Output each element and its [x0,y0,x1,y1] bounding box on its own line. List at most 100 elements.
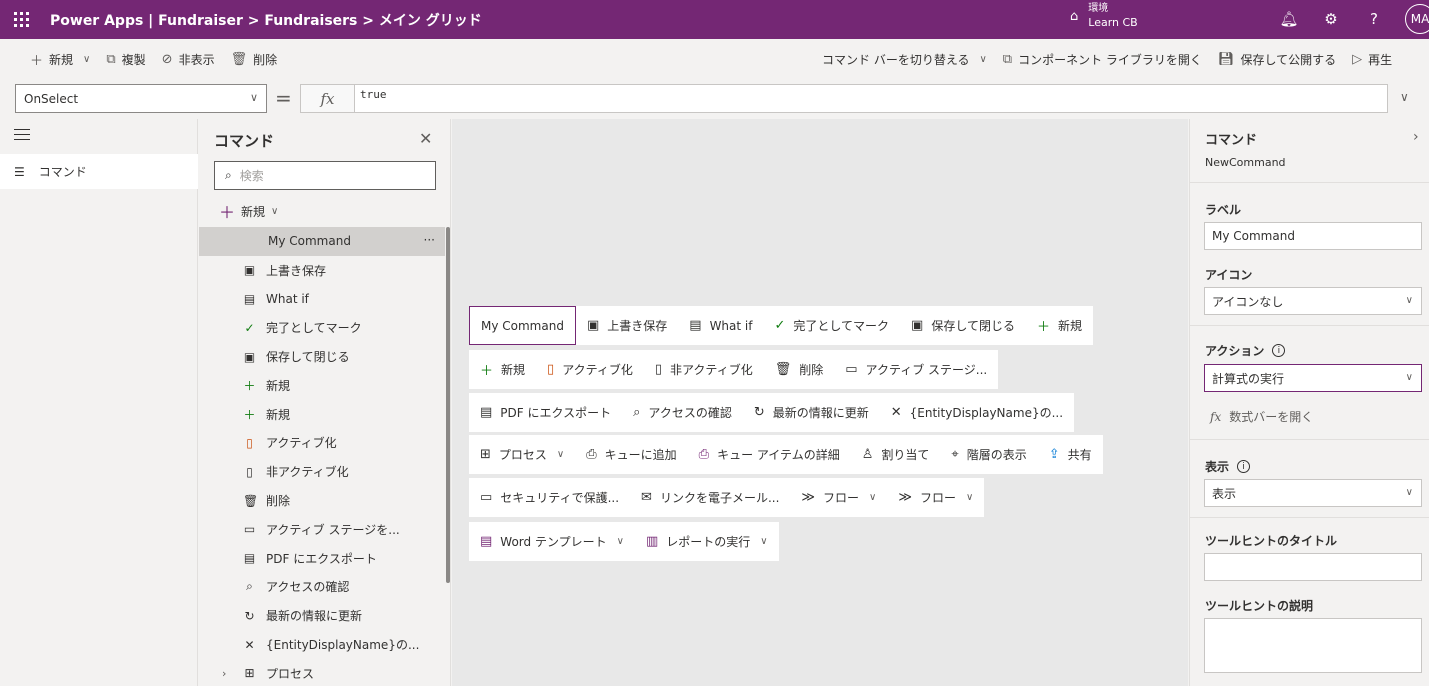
preview-button[interactable]: ⌕ アクセスの確認 [622,393,743,432]
divider [1190,439,1429,440]
preview-button[interactable]: ▣ 上書き保存 [576,306,678,345]
chevron-down-icon: ∨ [249,91,258,104]
tree-item-group[interactable]: › ⊞ プロセス [199,659,445,686]
preview-button[interactable]: ▤ Word テンプレート ∨ [469,522,635,561]
preview-button[interactable]: ▯ 非アクティブ化 [644,350,764,389]
preview-button[interactable]: ⎙ キューに追加 [575,435,687,474]
tree-item[interactable]: ＋新規 [199,400,445,429]
preview-button[interactable]: ▤ PDF にエクスポート [469,393,622,432]
label-input[interactable]: My Command [1204,222,1422,250]
visibility-dropdown[interactable]: 表示 ∨ [1204,479,1422,507]
preview-button[interactable]: ≫ フロー ∨ [790,478,887,517]
expand-formula-bar-icon[interactable]: ∨ [1400,90,1409,104]
pdf-icon: ▤ [243,551,256,566]
preview-button[interactable]: ✓ 完了としてマーク [763,306,900,345]
formula-input[interactable]: fx true [300,84,1388,113]
email-link-icon: ✉ [641,490,652,505]
tree-item[interactable]: 🗑︎ 削除 [199,486,445,515]
toggle-command-bar-button[interactable]: コマンド バーを切り替える ∨ [814,44,995,74]
hide-button[interactable]: ⊘ 非表示 [154,44,223,74]
formula-code[interactable]: true [360,88,387,101]
nav-item-commands[interactable]: ☰ コマンド [0,154,198,189]
share-icon: ⇪ [1048,447,1060,462]
info-icon[interactable]: i [1237,460,1251,473]
delete-icon: 🗑︎ [774,362,792,377]
hierarchy-icon: ⌖ [951,447,959,462]
preview-button[interactable]: ⊞ プロセス ∨ [469,435,575,474]
deactivate-icon: ▯ [654,362,663,377]
person-icon: ♙ [861,447,874,462]
tree-item[interactable]: ▯ アクティブ化 [199,429,445,458]
hamburger-menu-icon[interactable] [14,129,30,141]
tree-item[interactable]: ✕ {EntityDisplayName}の... [199,630,445,659]
help-icon[interactable]: ? [1363,8,1385,30]
chevron-right-icon[interactable]: › [1413,129,1419,145]
save-and-publish-button[interactable]: 💾︎ 保存して公開する [1210,44,1344,74]
preview-button[interactable]: ▤ What if [678,306,763,345]
user-avatar[interactable]: MA [1405,4,1429,34]
tree-item[interactable]: ✓ 完了としてマーク [199,313,445,342]
preview-button[interactable]: ⎙ キュー アイテムの詳細 [688,435,851,474]
tree-item[interactable]: ▭ アクティブ ステージを... [199,515,445,544]
tree-item[interactable]: ▯ 非アクティブ化 [199,457,445,486]
preview-button[interactable]: ▣ 保存して閉じる [900,306,1026,345]
tree-scrollbar[interactable] [446,227,450,583]
divider [1190,517,1429,518]
preview-button-my-command[interactable]: My Command [469,306,576,345]
refresh-icon: ↻ [244,608,255,623]
preview-button[interactable]: ▥ レポートの実行 ∨ [635,522,779,561]
app-launcher-icon[interactable] [0,0,42,39]
tree-item[interactable]: ▤ What if [199,285,445,314]
close-icon[interactable]: ✕ [419,129,432,148]
new-button[interactable]: ＋ 新規 ∨ [22,44,98,74]
check-icon: ✓ [774,318,786,333]
preview-button[interactable]: ≫ フロー ∨ [887,478,984,517]
delete-button[interactable]: 🗑︎ 削除 [223,44,286,74]
preview-button[interactable]: ▭ アクティブ ステージ... [834,350,998,389]
tooltip-title-input[interactable] [1204,553,1422,581]
preview-button[interactable]: ✕ {EntityDisplayName}の... [880,393,1074,432]
tree-item[interactable]: ↻ 最新の情報に更新 [199,601,445,630]
notification-bell-icon[interactable]: 🔔︎ [1278,8,1300,30]
save-icon: 💾︎ [1217,51,1235,67]
chevron-right-icon[interactable]: › [222,667,226,680]
preview-button[interactable]: ⌖ 階層の表示 [940,435,1037,474]
plus-icon: ＋ [30,53,44,69]
open-formula-bar-link[interactable]: fx 数式バーを開く [1210,408,1313,425]
icon-dropdown[interactable]: アイコンなし ∨ [1204,287,1422,315]
settings-gear-icon[interactable]: ⚙ [1320,8,1342,30]
tree-item[interactable]: ＋新規 [199,371,445,400]
command-tree-list: My Command ··· ▣ 上書き保存 ▤ What if ✓ 完了としてマーク… [199,227,445,686]
tree-item[interactable]: ▣ 上書き保存 [199,256,445,285]
preview-button[interactable]: ▯ アクティブ化 [536,350,644,389]
search-input[interactable]: ⌕ 検索 [214,161,436,190]
chevron-down-icon: ∨ [556,449,565,460]
property-dropdown[interactable]: OnSelect ∨ [15,84,267,113]
duplicate-button[interactable]: ⧉ 複製 [98,44,153,74]
play-button[interactable]: ▷ 再生 [1344,44,1400,74]
info-icon[interactable]: i [1272,344,1286,357]
preview-button[interactable]: 🗑︎ 削除 [764,350,835,389]
preview-button[interactable]: ✉ リンクを電子メール... [630,478,790,517]
environment-name: Learn CB [1088,16,1138,29]
tree-item-my-command[interactable]: My Command ··· [199,227,445,256]
label-field-title: ラベル [1205,203,1242,217]
preview-button[interactable]: ＋新規 [1026,306,1093,345]
more-options-icon[interactable]: ··· [424,233,435,247]
open-component-library-button[interactable]: ⧉ コンポーネント ライブラリを開く [995,44,1210,74]
tree-item[interactable]: ⌕ アクセスの確認 [199,573,445,602]
preview-button[interactable]: ⇪ 共有 [1038,435,1103,474]
preview-row: ▤ PDF にエクスポート ⌕ アクセスの確認 ↻ 最新の情報に更新 ✕ {Entity… [469,393,1075,432]
tooltip-description-textarea[interactable] [1204,618,1422,673]
preview-button[interactable]: ↻ 最新の情報に更新 [743,393,880,432]
preview-button[interactable]: ＋新規 [469,350,536,389]
hide-icon: ⊘ [161,51,173,67]
preview-button[interactable]: ♙ 割り当て [851,435,941,474]
tree-item[interactable]: ▣ 保存して閉じる [199,342,445,371]
new-command-button[interactable]: ＋ 新規 ∨ [219,199,278,223]
environment-picker[interactable]: ⌂ 環境 Learn CB [1070,2,1138,30]
command-bar-canvas: My Command ▣ 上書き保存 ▤ What if ✓ 完了としてマーク ▣ 保存… [452,119,1188,686]
preview-button[interactable]: ▭ セキュリティで保護... [469,478,630,517]
tree-item[interactable]: ▤ PDF にエクスポート [199,544,445,573]
action-dropdown[interactable]: 計算式の実行 ∨ [1204,364,1422,392]
